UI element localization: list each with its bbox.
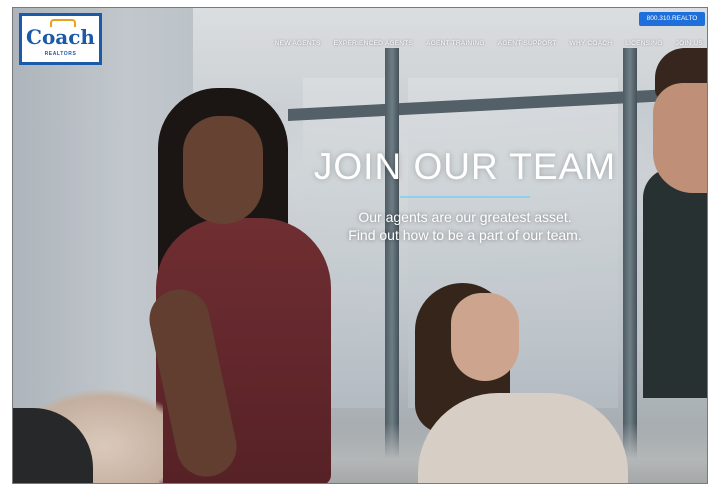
nav-item-agent-support[interactable]: AGENT SUPPORT — [498, 40, 557, 47]
logo-subtitle: REALTORS — [44, 51, 77, 57]
main-nav: NEW AGENTS EXPERIENCED AGENTS AGENT TRAI… — [275, 40, 703, 47]
hero-tagline-line-1: Our agents are our greatest asset. — [358, 209, 572, 225]
coach-logo[interactable]: Coach REALTORS — [19, 13, 102, 65]
nav-item-agent-training[interactable]: AGENT TRAINING — [426, 40, 485, 47]
nav-item-experienced-agents[interactable]: EXPERIENCED AGENTS — [334, 40, 413, 47]
hero-section: JOIN OUR TEAM Our agents are our greates… — [275, 146, 655, 244]
nav-item-join-us[interactable]: JOIN US — [676, 40, 703, 47]
hero-background-photo — [13, 8, 707, 483]
nav-item-licensing[interactable]: LICENSING — [625, 40, 662, 47]
nav-item-why-coach[interactable]: WHY COACH — [570, 40, 613, 47]
hero-title: JOIN OUR TEAM — [313, 146, 617, 187]
hero-tagline-line-2: Find out how to be a part of our team. — [348, 227, 582, 243]
logo-wordmark: Coach — [26, 25, 95, 49]
page-frame: Coach REALTORS 800.310.REALTO NEW AGENTS… — [12, 7, 708, 484]
hero-divider — [400, 196, 530, 198]
phone-button[interactable]: 800.310.REALTO — [639, 12, 705, 26]
nav-item-new-agents[interactable]: NEW AGENTS — [275, 40, 321, 47]
